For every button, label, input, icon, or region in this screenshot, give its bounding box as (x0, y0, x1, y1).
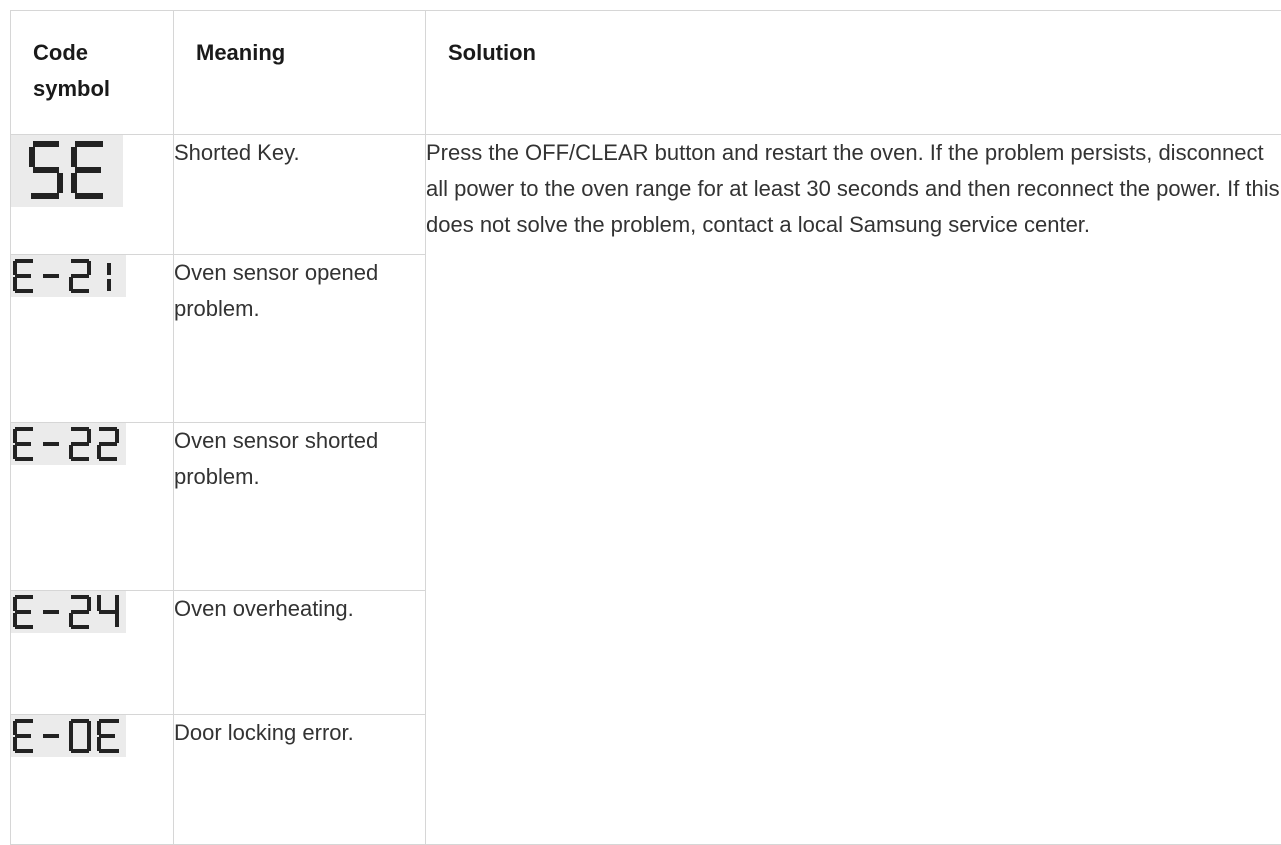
error-code-table: Code symbol Meaning Solution (10, 10, 1281, 845)
code-cell (11, 423, 174, 591)
code-cell (11, 255, 174, 423)
se-display-icon (11, 135, 123, 207)
table-header-row: Code symbol Meaning Solution (11, 11, 1281, 135)
meaning-cell: Shorted Key. (174, 135, 426, 255)
meaning-cell: Oven sensor shorted problem. (174, 423, 426, 591)
meaning-cell: Door locking error. (174, 715, 426, 845)
e-22-display-icon (11, 423, 126, 465)
meaning-cell: Oven overheating. (174, 591, 426, 715)
header-solution: Solution (426, 11, 1281, 135)
e-21-display-icon (11, 255, 126, 297)
solution-cell: Press the OFF/CLEAR button and restart t… (426, 135, 1281, 845)
e-0e-display-icon (11, 715, 126, 757)
table-row: Shorted Key. Press the OFF/CLEAR button … (11, 135, 1281, 255)
code-cell (11, 135, 174, 255)
code-cell (11, 591, 174, 715)
e-24-display-icon (11, 591, 126, 633)
code-cell (11, 715, 174, 845)
header-meaning: Meaning (174, 11, 426, 135)
meaning-cell: Oven sensor opened problem. (174, 255, 426, 423)
header-code-symbol: Code symbol (11, 11, 174, 135)
